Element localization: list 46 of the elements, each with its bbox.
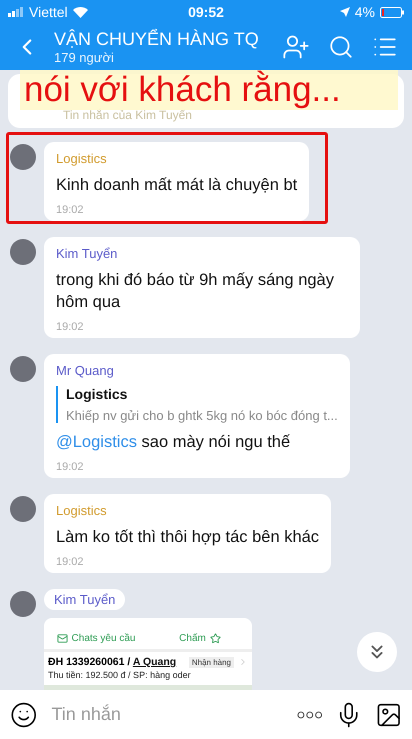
quote-author: Logistics (66, 386, 128, 402)
scroll-down-button[interactable] (357, 632, 397, 672)
avatar (10, 239, 36, 265)
clock-time: 09:52 (188, 4, 224, 20)
message-time: 19:02 (56, 321, 85, 333)
card-action[interactable]: Chấm (148, 628, 252, 649)
quote-text: Khiếp nv gửi cho b ghtk 5kg nó ko bóc đóng t... (66, 408, 338, 423)
more-icon[interactable] (297, 710, 324, 718)
message-time: 19:02 (56, 204, 85, 216)
search-icon (328, 34, 354, 60)
status-label: Nhận hàng (188, 656, 234, 668)
sender-name: Logistics (56, 151, 108, 166)
message-text: Kinh doanh mất mát là chuyện bt (56, 175, 298, 196)
sender-name: Kim Tuyển (56, 246, 118, 261)
wifi-icon (72, 6, 88, 18)
customer-link[interactable]: A Quang (132, 656, 176, 668)
message-text: @Logistics sao mày nói ngu thế (56, 432, 292, 453)
avatar (10, 356, 36, 382)
battery-percent: 4% (354, 4, 375, 20)
star-icon (210, 633, 221, 644)
order-title: ĐH 1339260061 / A Quang (48, 656, 178, 668)
message-composer[interactable]: Tin nhắn (0, 690, 412, 739)
message-text: Làm ko tốt thì thôi hợp tác bên khác (56, 527, 320, 548)
signal-icon (8, 7, 24, 17)
sticker-icon[interactable] (10, 700, 38, 728)
mail-icon (56, 633, 68, 644)
battery-icon (380, 6, 404, 18)
pinned-subtitle: Tin nhắn của Kim Tuyến (63, 108, 192, 122)
message-time: 19:02 (56, 461, 85, 473)
avatar (10, 496, 36, 522)
sender-name: Mr Quang (56, 363, 115, 378)
avatar (10, 144, 36, 170)
chat-title: VẬN CHUYỂN HÀNG TQ (54, 29, 260, 50)
annotation-overlay: nói với khách rằng... (20, 70, 398, 110)
sender-name: Logistics (56, 503, 108, 518)
location-icon (340, 7, 350, 17)
add-user-icon (282, 33, 310, 61)
mention-link[interactable]: @Logistics (56, 433, 137, 451)
message-time: 19:02 (56, 556, 85, 568)
carrier-name: Viettel (29, 4, 68, 20)
card-action[interactable]: Chats yêu cầu (44, 628, 148, 649)
message-text: trong khi đó báo từ 9h mấy sáng ngày hôm qua (56, 270, 335, 313)
member-count: 179 người (54, 50, 115, 65)
sender-name: Kim Tuyển (44, 589, 126, 610)
order-detail: Thu tiền: 192.500 đ / SP: hàng oder (47, 669, 192, 682)
avatar (10, 591, 36, 617)
